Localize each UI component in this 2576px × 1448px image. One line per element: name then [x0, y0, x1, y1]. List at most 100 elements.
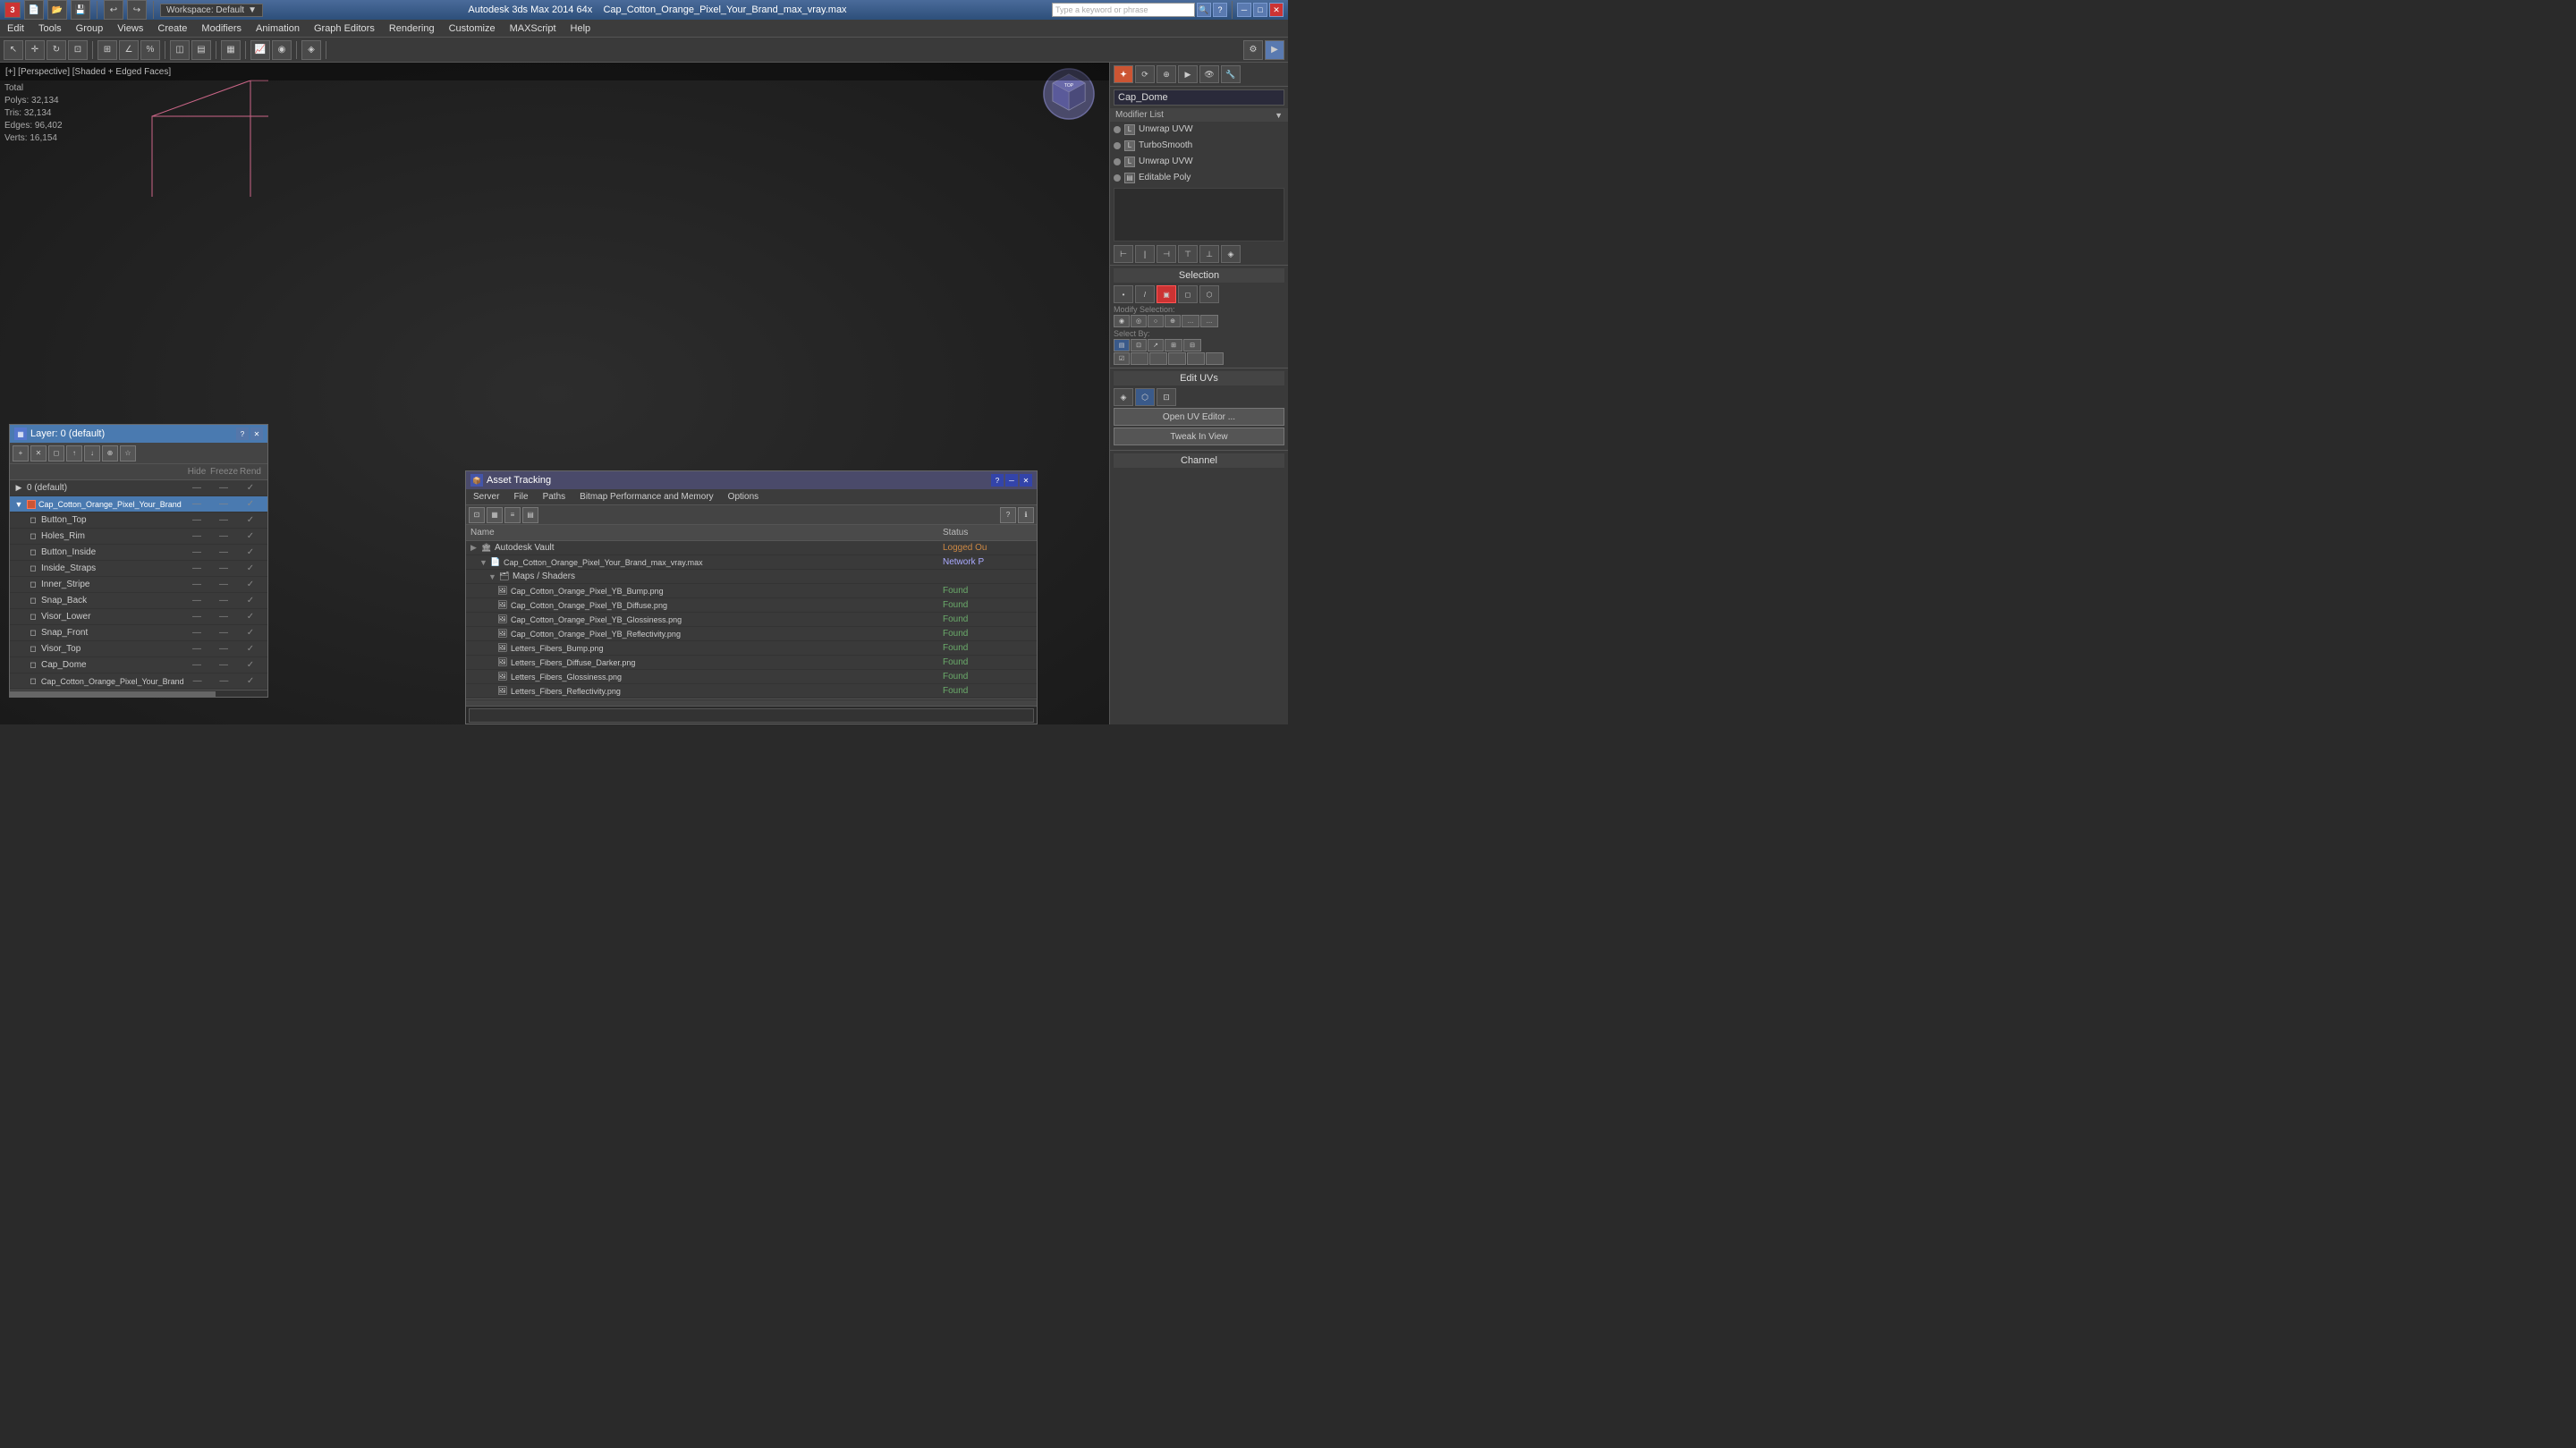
asset-row-fibers-diffuse[interactable]: 🖼 Letters_Fibers_Diffuse_Darker.png Foun… [466, 656, 1037, 670]
select-by-6[interactable]: ☑ [1114, 352, 1130, 365]
sel-border-btn[interactable]: ◻ [1178, 285, 1198, 303]
layers-close-btn[interactable]: ✕ [250, 428, 263, 440]
modifier-editable-poly[interactable]: ▤ Editable Poly [1110, 170, 1288, 186]
asset-row-fibers-reflectivity[interactable]: 🖼 Letters_Fibers_Reflectivity.png Found [466, 684, 1037, 699]
asset-row-maps[interactable]: ▼ 🗂 Maps / Shaders [466, 570, 1037, 584]
asset-row-diffuse[interactable]: 🖼 Cap_Cotton_Orange_Pixel_YB_Diffuse.png… [466, 598, 1037, 613]
asset-menu-bitmap[interactable]: Bitmap Performance and Memory [572, 490, 721, 504]
modify-panel-btn[interactable]: ⟳ [1135, 65, 1155, 83]
select-by-5[interactable]: ⊟ [1183, 339, 1201, 351]
layers-scrollbar[interactable] [10, 690, 267, 697]
layers-move-btn[interactable]: ↑ [66, 445, 82, 461]
layer-holes-rim[interactable]: ◻ Holes_Rim — — ✓ [10, 529, 267, 545]
menu-graph-editors[interactable]: Graph Editors [307, 20, 382, 37]
loop-btn[interactable]: ⊕ [1165, 315, 1181, 327]
asset-help-btn[interactable]: ? [991, 474, 1004, 487]
layers-cur-btn[interactable]: ☆ [120, 445, 136, 461]
sel-element-btn[interactable]: ⬡ [1199, 285, 1219, 303]
maximize-btn[interactable]: □ [1253, 3, 1267, 17]
minimize-btn[interactable]: ─ [1237, 3, 1251, 17]
open-uv-editor-btn[interactable]: Open UV Editor ... [1114, 408, 1284, 426]
menu-create[interactable]: Create [150, 20, 194, 37]
workspace-dropdown[interactable]: Workspace: Default ▼ [160, 4, 263, 17]
asset-menu-options[interactable]: Options [721, 490, 766, 504]
modifier-nav-4[interactable]: ⊤ [1178, 245, 1198, 263]
menu-edit[interactable]: Edit [0, 20, 31, 37]
layers-help-btn[interactable]: ? [236, 428, 249, 440]
uv-icon-1[interactable]: ◈ [1114, 388, 1133, 406]
asset-row-fibers-glossiness[interactable]: 🖼 Letters_Fibers_Glossiness.png Found [466, 670, 1037, 684]
dot-btn2[interactable]: … [1200, 315, 1218, 327]
sel-face-btn[interactable]: ▣ [1157, 285, 1176, 303]
layer-inner-stripe[interactable]: ◻ Inner_Stripe — — ✓ [10, 577, 267, 593]
asset-close-btn[interactable]: ✕ [1020, 474, 1032, 487]
layers-new-btn[interactable]: + [13, 445, 29, 461]
modifier-nav-5[interactable]: ⊥ [1199, 245, 1219, 263]
select-by-4[interactable]: ⊞ [1165, 339, 1182, 351]
render-btn[interactable]: ▶ [1265, 40, 1284, 60]
angle-snap-btn[interactable]: ∠ [119, 40, 139, 60]
modifier-nav-2[interactable]: | [1135, 245, 1155, 263]
close-btn[interactable]: ✕ [1269, 3, 1284, 17]
asset-tool-1[interactable]: ⊡ [469, 507, 485, 523]
hierarchy-panel-btn[interactable]: ⊕ [1157, 65, 1176, 83]
asset-row-glossiness[interactable]: 🖼 Cap_Cotton_Orange_Pixel_YB_Glossiness.… [466, 613, 1037, 627]
menu-maxscript[interactable]: MAXScript [503, 20, 564, 37]
modifier-unwrap-uvw-1[interactable]: L Unwrap UVW [1110, 122, 1288, 138]
menu-group[interactable]: Group [69, 20, 111, 37]
select-by-1[interactable]: ▤ [1114, 339, 1130, 351]
uv-icon-2[interactable]: ⬡ [1135, 388, 1155, 406]
asset-row-vault[interactable]: ▶ 🏛 Autodesk Vault Logged Ou [466, 541, 1037, 555]
search-icon-btn[interactable]: 🔍 [1197, 3, 1211, 17]
modifier-nav-6[interactable]: ◈ [1221, 245, 1241, 263]
move-btn[interactable]: ✛ [25, 40, 45, 60]
asset-horizontal-scrollbar[interactable] [466, 699, 1037, 706]
asset-search-input[interactable] [469, 708, 1034, 723]
motion-panel-btn[interactable]: ▶ [1178, 65, 1198, 83]
layers-down-btn[interactable]: ↓ [84, 445, 100, 461]
align-btn[interactable]: ▤ [191, 40, 211, 60]
select-btn[interactable]: ↖ [4, 40, 23, 60]
percent-snap-btn[interactable]: % [140, 40, 160, 60]
rotate-btn[interactable]: ↻ [47, 40, 66, 60]
menu-tools[interactable]: Tools [31, 20, 69, 37]
asset-min-btn[interactable]: ─ [1005, 474, 1018, 487]
asset-tool-4[interactable]: ▤ [522, 507, 538, 523]
dot-btn[interactable]: … [1182, 315, 1199, 327]
uv-icon-3[interactable]: ⊡ [1157, 388, 1176, 406]
open-btn[interactable]: 📂 [47, 0, 67, 20]
menu-customize[interactable]: Customize [442, 20, 503, 37]
asset-help-icon[interactable]: ? [1000, 507, 1016, 523]
asset-row-fibers-bump[interactable]: 🖼 Letters_Fibers_Bump.png Found [466, 641, 1037, 656]
layer-visor-lower[interactable]: ◻ Visor_Lower — — ✓ [10, 609, 267, 625]
grow-btn[interactable]: ◉ [1114, 315, 1130, 327]
asset-menu-server[interactable]: Server [466, 490, 506, 504]
asset-tool-3[interactable]: ≡ [504, 507, 521, 523]
layer-button-inside[interactable]: ◻ Button_Inside — — ✓ [10, 545, 267, 561]
asset-row-maxfile[interactable]: ▼ 📄 Cap_Cotton_Orange_Pixel_Your_Brand_m… [466, 555, 1037, 570]
render-setup-btn[interactable]: ⚙ [1243, 40, 1263, 60]
layer-visor-top[interactable]: ◻ Visor_Top — — ✓ [10, 641, 267, 657]
layers-sel-btn[interactable]: ◻ [48, 445, 64, 461]
sel-edge-btn[interactable]: / [1135, 285, 1155, 303]
menu-modifiers[interactable]: Modifiers [194, 20, 249, 37]
shrink-btn[interactable]: ◎ [1131, 315, 1147, 327]
layers-obj-btn[interactable]: ⊕ [102, 445, 118, 461]
layer-row-cap-brand[interactable]: ▼ Cap_Cotton_Orange_Pixel_Your_Brand — —… [10, 496, 267, 512]
new-btn[interactable]: 📄 [24, 0, 44, 20]
object-name-field[interactable]: Cap_Dome [1114, 89, 1284, 106]
layer-snap-back[interactable]: ◻ Snap_Back — — ✓ [10, 593, 267, 609]
layer-button-top[interactable]: ◻ Button_Top — — ✓ [10, 512, 267, 529]
modifier-turbosmooth[interactable]: L TurboSmooth [1110, 138, 1288, 154]
sel-vertex-btn[interactable]: • [1114, 285, 1133, 303]
app-icon[interactable]: 3 [4, 2, 21, 18]
menu-animation[interactable]: Animation [249, 20, 307, 37]
layers-btn[interactable]: ▦ [221, 40, 241, 60]
asset-menu-file[interactable]: File [506, 490, 535, 504]
mirror-btn[interactable]: ◫ [170, 40, 190, 60]
material-editor-btn[interactable]: ◈ [301, 40, 321, 60]
curve-editor-btn[interactable]: 📈 [250, 40, 270, 60]
layer-cap-cotton-brand[interactable]: ◻ Cap_Cotton_Orange_Pixel_Your_Brand — —… [10, 673, 267, 690]
display-panel-btn[interactable]: 👁 [1199, 65, 1219, 83]
save-btn[interactable]: 💾 [71, 0, 90, 20]
